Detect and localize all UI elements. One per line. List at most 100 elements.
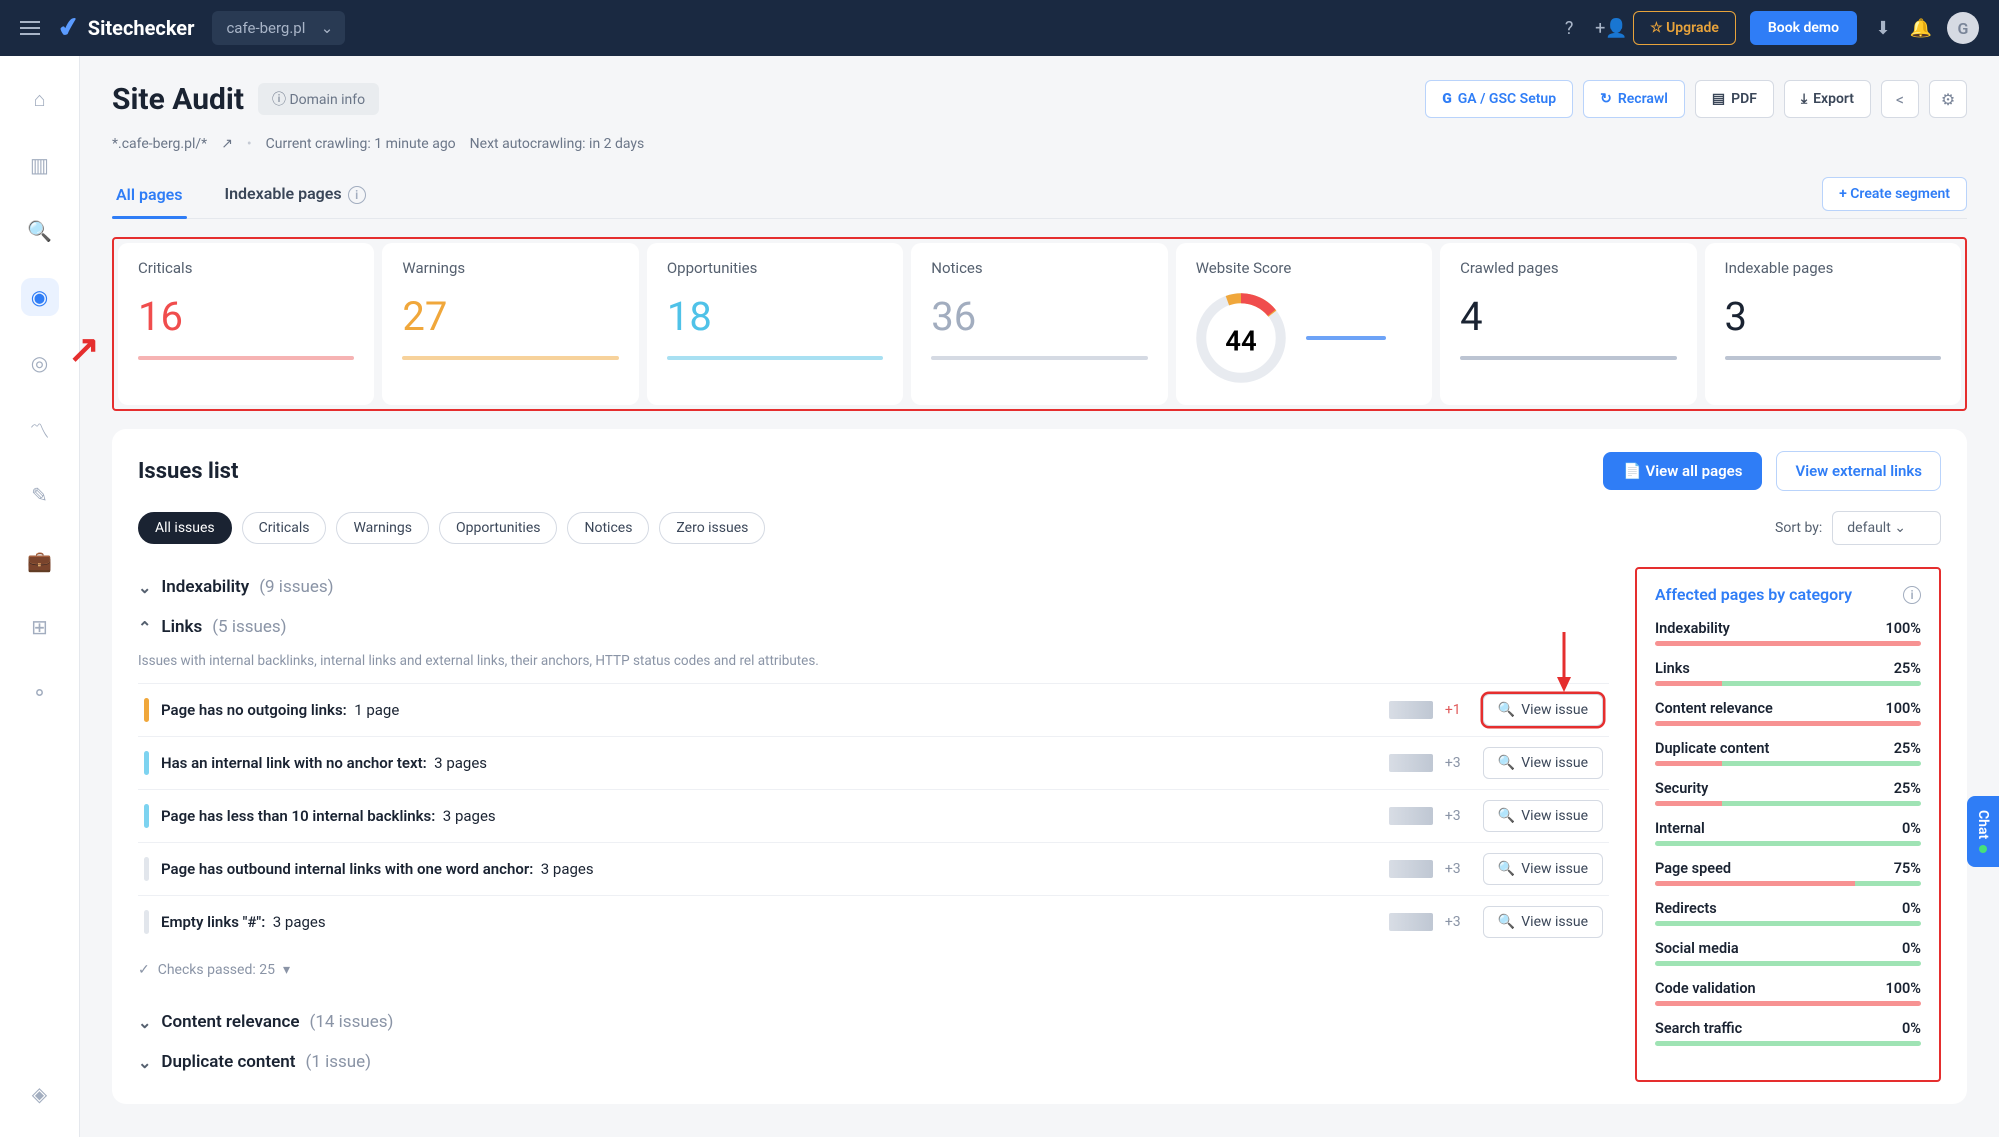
filter-notices[interactable]: Notices — [567, 512, 649, 544]
severity-indicator-icon — [144, 857, 149, 881]
export-button[interactable]: ⤓ Export — [1784, 80, 1871, 118]
add-user-icon[interactable]: +👤 — [1595, 18, 1619, 39]
metric-website-score[interactable]: Website Score 44 — [1176, 243, 1432, 405]
affected-row[interactable]: Search traffic0% — [1655, 1020, 1921, 1046]
issue-row: Page has outbound internal links with on… — [138, 842, 1609, 895]
view-issue-button[interactable]: 🔍 View issue — [1483, 853, 1603, 885]
sidebar-trends-icon[interactable]: 〽 — [21, 410, 59, 448]
crumb-domain[interactable]: *.cafe-berg.pl/* — [112, 136, 207, 152]
sort-select[interactable]: default ⌄ — [1832, 511, 1941, 545]
avatar[interactable]: G — [1947, 12, 1979, 44]
severity-indicator-icon — [144, 751, 149, 775]
metrics-row: ↗ Criticals 16 Warnings 27 Opportunities… — [112, 237, 1967, 411]
affected-row[interactable]: Links25% — [1655, 660, 1921, 686]
severity-indicator-icon — [144, 698, 149, 722]
chevron-down-icon: ⌄ — [138, 1053, 151, 1072]
sidebar-briefcase-icon[interactable]: 💼 — [21, 542, 59, 580]
sparkline-icon — [1389, 754, 1433, 772]
checks-passed[interactable]: ✓ Checks passed: 25 ▾ — [138, 962, 1609, 978]
sparkline-icon — [1389, 913, 1433, 931]
metric-crawled[interactable]: Crawled pages 4 — [1440, 243, 1696, 405]
book-demo-button[interactable]: Book demo — [1750, 11, 1857, 45]
affected-row[interactable]: Redirects0% — [1655, 900, 1921, 926]
category-duplicate[interactable]: ⌄ Duplicate content (1 issue) — [138, 1042, 1609, 1082]
help-icon[interactable]: ? — [1557, 18, 1581, 39]
category-description: Issues with internal backlinks, internal… — [138, 653, 1609, 669]
issue-row: Page has no outgoing links: 1 page +1 🔍 … — [138, 683, 1609, 736]
chevron-down-icon: ⌄ — [138, 578, 151, 597]
metric-indexable[interactable]: Indexable pages 3 — [1705, 243, 1961, 405]
filter-all-issues[interactable]: All issues — [138, 512, 232, 544]
sidebar-target-icon[interactable]: ◎ — [21, 344, 59, 382]
issues-panel: Issues list 📄 View all pages View extern… — [112, 429, 1967, 1104]
upgrade-button[interactable]: ☆ Upgrade — [1633, 11, 1736, 45]
domain-info-chip[interactable]: ⓘ Domain info — [258, 83, 379, 115]
category-indexability[interactable]: ⌄ Indexability (9 issues) — [138, 567, 1609, 607]
pdf-button[interactable]: ▤ PDF — [1695, 80, 1774, 118]
metric-opportunities[interactable]: Opportunities 18 — [647, 243, 903, 405]
filter-opportunities[interactable]: Opportunities — [439, 512, 558, 544]
issue-row: Empty links "#": 3 pages +3 🔍 View issue — [138, 895, 1609, 948]
tab-all-pages[interactable]: All pages — [112, 171, 187, 218]
create-segment-button[interactable]: + Create segment — [1822, 177, 1967, 211]
view-issue-button[interactable]: 🔍 View issue — [1483, 694, 1603, 726]
ga-gsc-button[interactable]: G GA / GSC Setup — [1425, 80, 1573, 118]
bell-icon[interactable]: 🔔 — [1909, 18, 1933, 39]
sidebar-apps-icon[interactable]: ⊞ — [21, 608, 59, 646]
sidebar-home-icon[interactable]: ⌂ — [21, 80, 59, 118]
view-issue-button[interactable]: 🔍 View issue — [1483, 800, 1603, 832]
annotation-arrow-icon: ↗ — [68, 327, 100, 372]
affected-row[interactable]: Indexability100% — [1655, 620, 1921, 646]
affected-row[interactable]: Social media0% — [1655, 940, 1921, 966]
issue-row: Page has less than 10 internal backlinks… — [138, 789, 1609, 842]
score-gauge-icon: 44 — [1196, 293, 1286, 383]
page-title: Site Audit — [112, 82, 244, 117]
sparkline-icon — [1389, 701, 1433, 719]
sidebar-tools-icon[interactable]: ✎ — [21, 476, 59, 514]
gear-icon[interactable]: ⚙ — [1929, 80, 1967, 118]
severity-indicator-icon — [144, 804, 149, 828]
category-content-relevance[interactable]: ⌄ Content relevance (14 issues) — [138, 1002, 1609, 1042]
affected-row[interactable]: Duplicate content25% — [1655, 740, 1921, 766]
crumb-next: Next autocrawling: in 2 days — [470, 136, 645, 152]
metric-notices[interactable]: Notices 36 — [911, 243, 1167, 405]
logo-mark-icon: ✔ — [56, 11, 83, 44]
sidebar-settings-icon[interactable]: ◈ — [21, 1075, 59, 1113]
sidebar-dashboard-icon[interactable]: ▥ — [21, 146, 59, 184]
download-icon[interactable]: ⬇ — [1871, 18, 1895, 39]
filter-criticals[interactable]: Criticals — [242, 512, 327, 544]
chat-tab[interactable]: Chat — [1967, 796, 1999, 867]
brand-logo[interactable]: ✔ Sitechecker — [58, 13, 194, 43]
share-icon[interactable]: < — [1881, 80, 1919, 118]
svg-text:44: 44 — [1225, 325, 1256, 358]
issue-row: Has an internal link with no anchor text… — [138, 736, 1609, 789]
view-all-pages-button[interactable]: 📄 View all pages — [1603, 452, 1762, 490]
affected-row[interactable]: Page speed75% — [1655, 860, 1921, 886]
site-selector[interactable]: cafe-berg.pl — [212, 11, 345, 45]
view-issue-button[interactable]: 🔍 View issue — [1483, 747, 1603, 779]
view-external-links-button[interactable]: View external links — [1776, 451, 1941, 491]
metric-warnings[interactable]: Warnings 27 — [382, 243, 638, 405]
affected-row[interactable]: Internal0% — [1655, 820, 1921, 846]
filter-zero-issues[interactable]: Zero issues — [659, 512, 765, 544]
sort-by-label: Sort by: — [1775, 520, 1822, 536]
affected-row[interactable]: Security25% — [1655, 780, 1921, 806]
sparkline-icon — [1389, 807, 1433, 825]
category-links[interactable]: ⌃ Links (5 issues) — [138, 607, 1609, 647]
info-icon[interactable]: i — [1903, 586, 1921, 604]
affected-row[interactable]: Code validation100% — [1655, 980, 1921, 1006]
external-link-icon[interactable]: ↗ — [221, 136, 233, 152]
view-issue-button[interactable]: 🔍 View issue — [1483, 906, 1603, 938]
recrawl-button[interactable]: ↻ Recrawl — [1583, 80, 1685, 118]
tab-indexable-pages[interactable]: Indexable pagesi — [221, 170, 370, 218]
filter-warnings[interactable]: Warnings — [336, 512, 429, 544]
metric-criticals[interactable]: Criticals 16 — [118, 243, 374, 405]
menu-icon[interactable] — [20, 21, 40, 35]
sidebar-audit-icon[interactable]: ◉ — [21, 278, 59, 316]
sparkline-icon — [1389, 860, 1433, 878]
site-selector-value: cafe-berg.pl — [226, 19, 305, 37]
sidebar-share-icon[interactable]: ⚬ — [21, 674, 59, 712]
sidebar-search-icon[interactable]: 🔍 — [21, 212, 59, 250]
affected-row[interactable]: Content relevance100% — [1655, 700, 1921, 726]
check-icon: ✓ — [138, 962, 150, 978]
